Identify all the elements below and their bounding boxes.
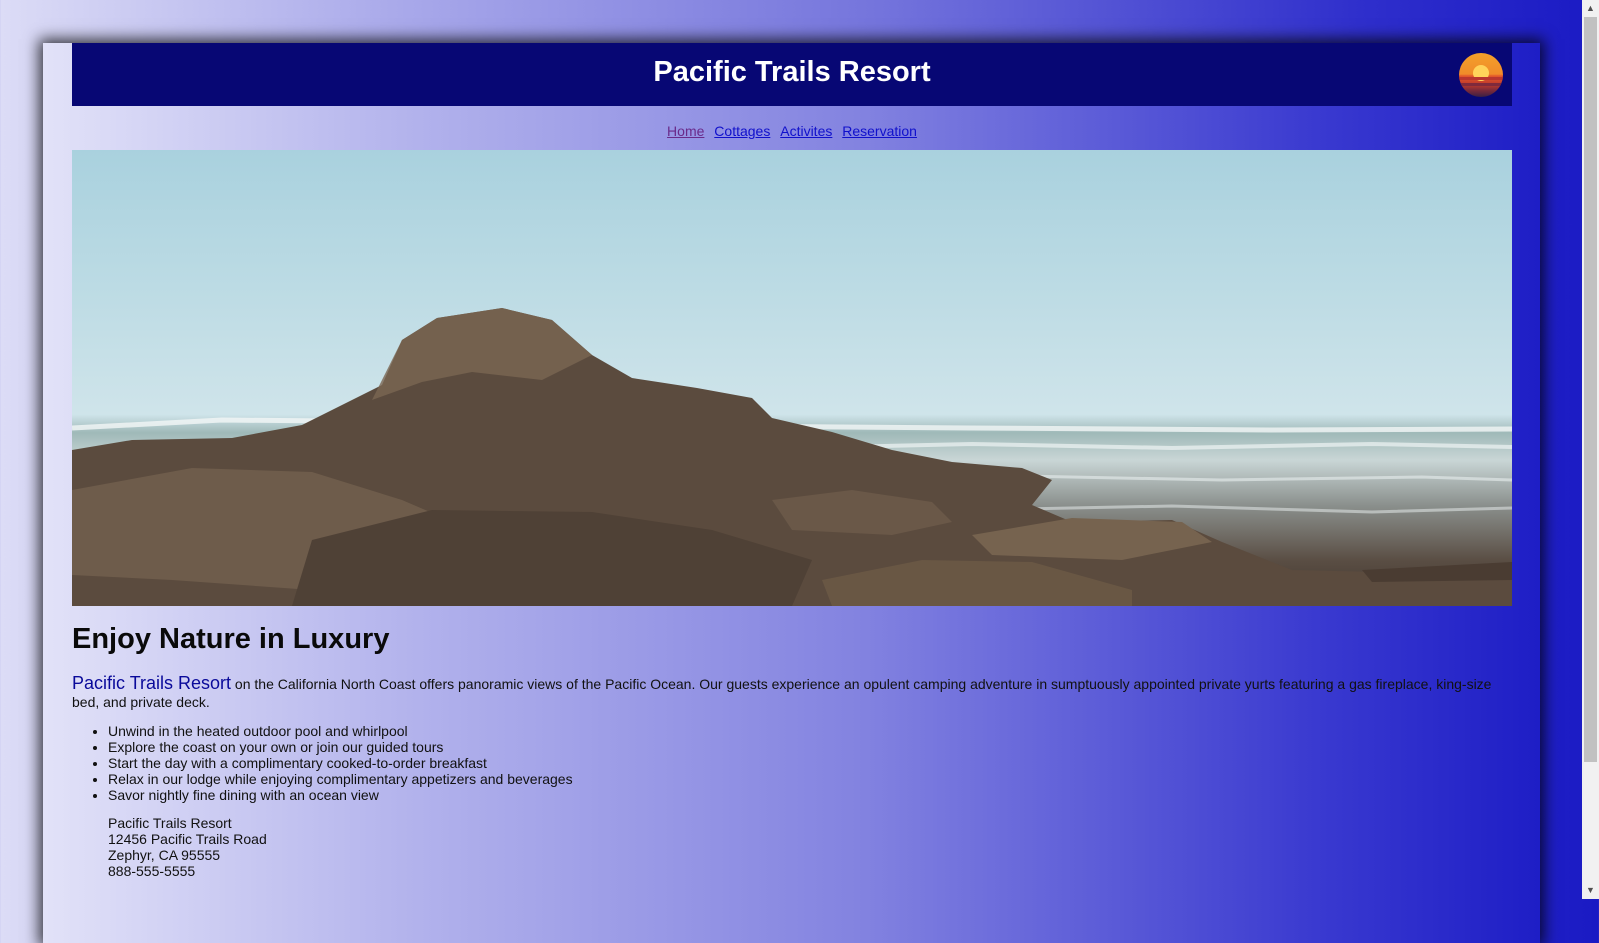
nav-link-activities[interactable]: Activites	[780, 123, 832, 139]
address-city: Zephyr, CA 95555	[108, 847, 221, 863]
list-item: Relax in our lodge while enjoying compli…	[108, 771, 1512, 787]
sunset-logo-icon	[1459, 53, 1503, 97]
resort-name: Pacific Trails Resort	[72, 673, 232, 693]
site-header: Pacific Trails Resort	[72, 43, 1512, 106]
scroll-up-arrow-icon[interactable]: ▲	[1582, 0, 1599, 17]
main-nav: Home Cottages Activites Reservation	[72, 123, 1512, 139]
scroll-down-arrow-icon[interactable]: ▼	[1582, 882, 1599, 899]
address-street: 12456 Pacific Trails Road	[108, 831, 267, 847]
hero-image	[72, 150, 1512, 606]
address-phone: 888-555-5555	[108, 863, 196, 879]
vertical-scrollbar[interactable]: ▲ ▼	[1582, 0, 1599, 899]
nav-link-cottages[interactable]: Cottages	[714, 123, 770, 139]
list-item: Start the day with a complimentary cooke…	[108, 755, 1512, 771]
page-wrapper: Pacific Trails Resort Home Cottages Acti…	[43, 43, 1540, 943]
scrollbar-thumb[interactable]	[1584, 17, 1597, 762]
address-name: Pacific Trails Resort	[108, 815, 232, 831]
site-title: Pacific Trails Resort	[653, 56, 931, 88]
address-block: Pacific Trails Resort 12456 Pacific Trai…	[108, 815, 1512, 879]
page-heading: Enjoy Nature in Luxury	[72, 623, 390, 655]
list-item: Explore the coast on your own or join ou…	[108, 739, 1512, 755]
features-list: Unwind in the heated outdoor pool and wh…	[72, 723, 1512, 803]
main-content: Enjoy Nature in Luxury Pacific Trails Re…	[72, 623, 1512, 879]
list-item: Savor nightly fine dining with an ocean …	[108, 787, 1512, 803]
intro-paragraph: Pacific Trails Resort on the California …	[72, 674, 1502, 711]
list-item: Unwind in the heated outdoor pool and wh…	[108, 723, 1512, 739]
nav-link-home[interactable]: Home	[667, 123, 704, 139]
nav-link-reservation[interactable]: Reservation	[842, 123, 917, 139]
intro-text: on the California North Coast offers pan…	[72, 676, 1492, 710]
